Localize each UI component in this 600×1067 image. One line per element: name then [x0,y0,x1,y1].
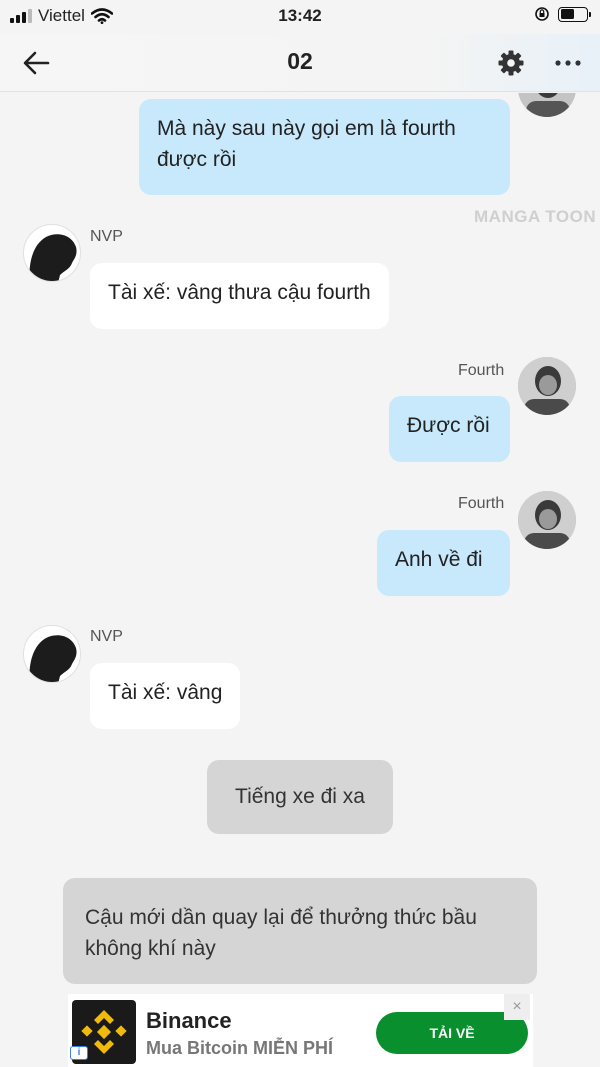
person-photo-icon [518,491,576,549]
speaker-name: Fourth [458,495,505,512]
gear-icon[interactable] [496,48,526,78]
message-text: Được rồi [407,414,490,437]
avatar-fourth [518,93,576,117]
speaker-name: NVP [90,628,123,645]
silhouette-icon [29,635,77,682]
avatar-nvp [23,224,81,282]
ad-banner[interactable]: i Binance Mua Bitcoin MIỄN PHÍ TẢI VỀ × [68,994,533,1067]
battery-level [560,9,575,19]
narration-bubble: Cậu mới dần quay lại để thưởng thức bầu … [63,878,537,984]
message-bubble-right: Mà này sau này gọi em là fourth được rồi [139,99,510,195]
message-text: Tài xế: vâng thưa cậu fourth [108,281,371,304]
avatar-fourth [518,357,576,415]
message-text: Tài xế: vâng [108,681,223,704]
narration-text: Cậu mới dần quay lại để thưởng thức bầu … [85,906,477,960]
chat-area[interactable]: Mà này sau này gọi em là fourth được rồi… [0,93,600,1067]
narration-text: Tiếng xe đi xa [235,785,365,808]
status-bar: Viettel 13:42 [0,0,600,34]
more-horizontal-icon[interactable] [552,48,584,78]
message-bubble-left: Tài xế: vâng thưa cậu fourth [90,263,389,329]
avatar-fourth [518,491,576,549]
narration-bubble: Tiếng xe đi xa [207,760,393,834]
person-photo-icon [518,357,576,415]
person-photo-icon [518,93,576,117]
ad-subtitle: Mua Bitcoin MIỄN PHÍ [146,1038,334,1058]
silhouette-icon [29,234,77,281]
ad-close-icon[interactable]: × [504,994,530,1020]
watermark: MANGA TOON [474,207,597,226]
ad-title: Binance [146,1008,232,1033]
message-text: Mà này sau này gọi em là fourth được rồi [157,117,456,171]
message-bubble-right: Được rồi [389,396,510,462]
speaker-name: Fourth [458,362,505,379]
battery-icon [558,6,591,22]
message-text: Anh về đi [395,548,483,571]
status-time: 13:42 [278,6,322,25]
orientation-lock-icon [535,7,549,21]
speaker-name: NVP [90,228,123,245]
status-right [534,6,591,22]
avatar-nvp [23,625,81,683]
message-bubble-left: Tài xế: vâng [90,663,241,729]
ad-info-icon[interactable]: i [70,1046,88,1060]
message-bubble-right: Anh về đi [377,530,510,596]
chat-header: 02 [0,34,600,92]
